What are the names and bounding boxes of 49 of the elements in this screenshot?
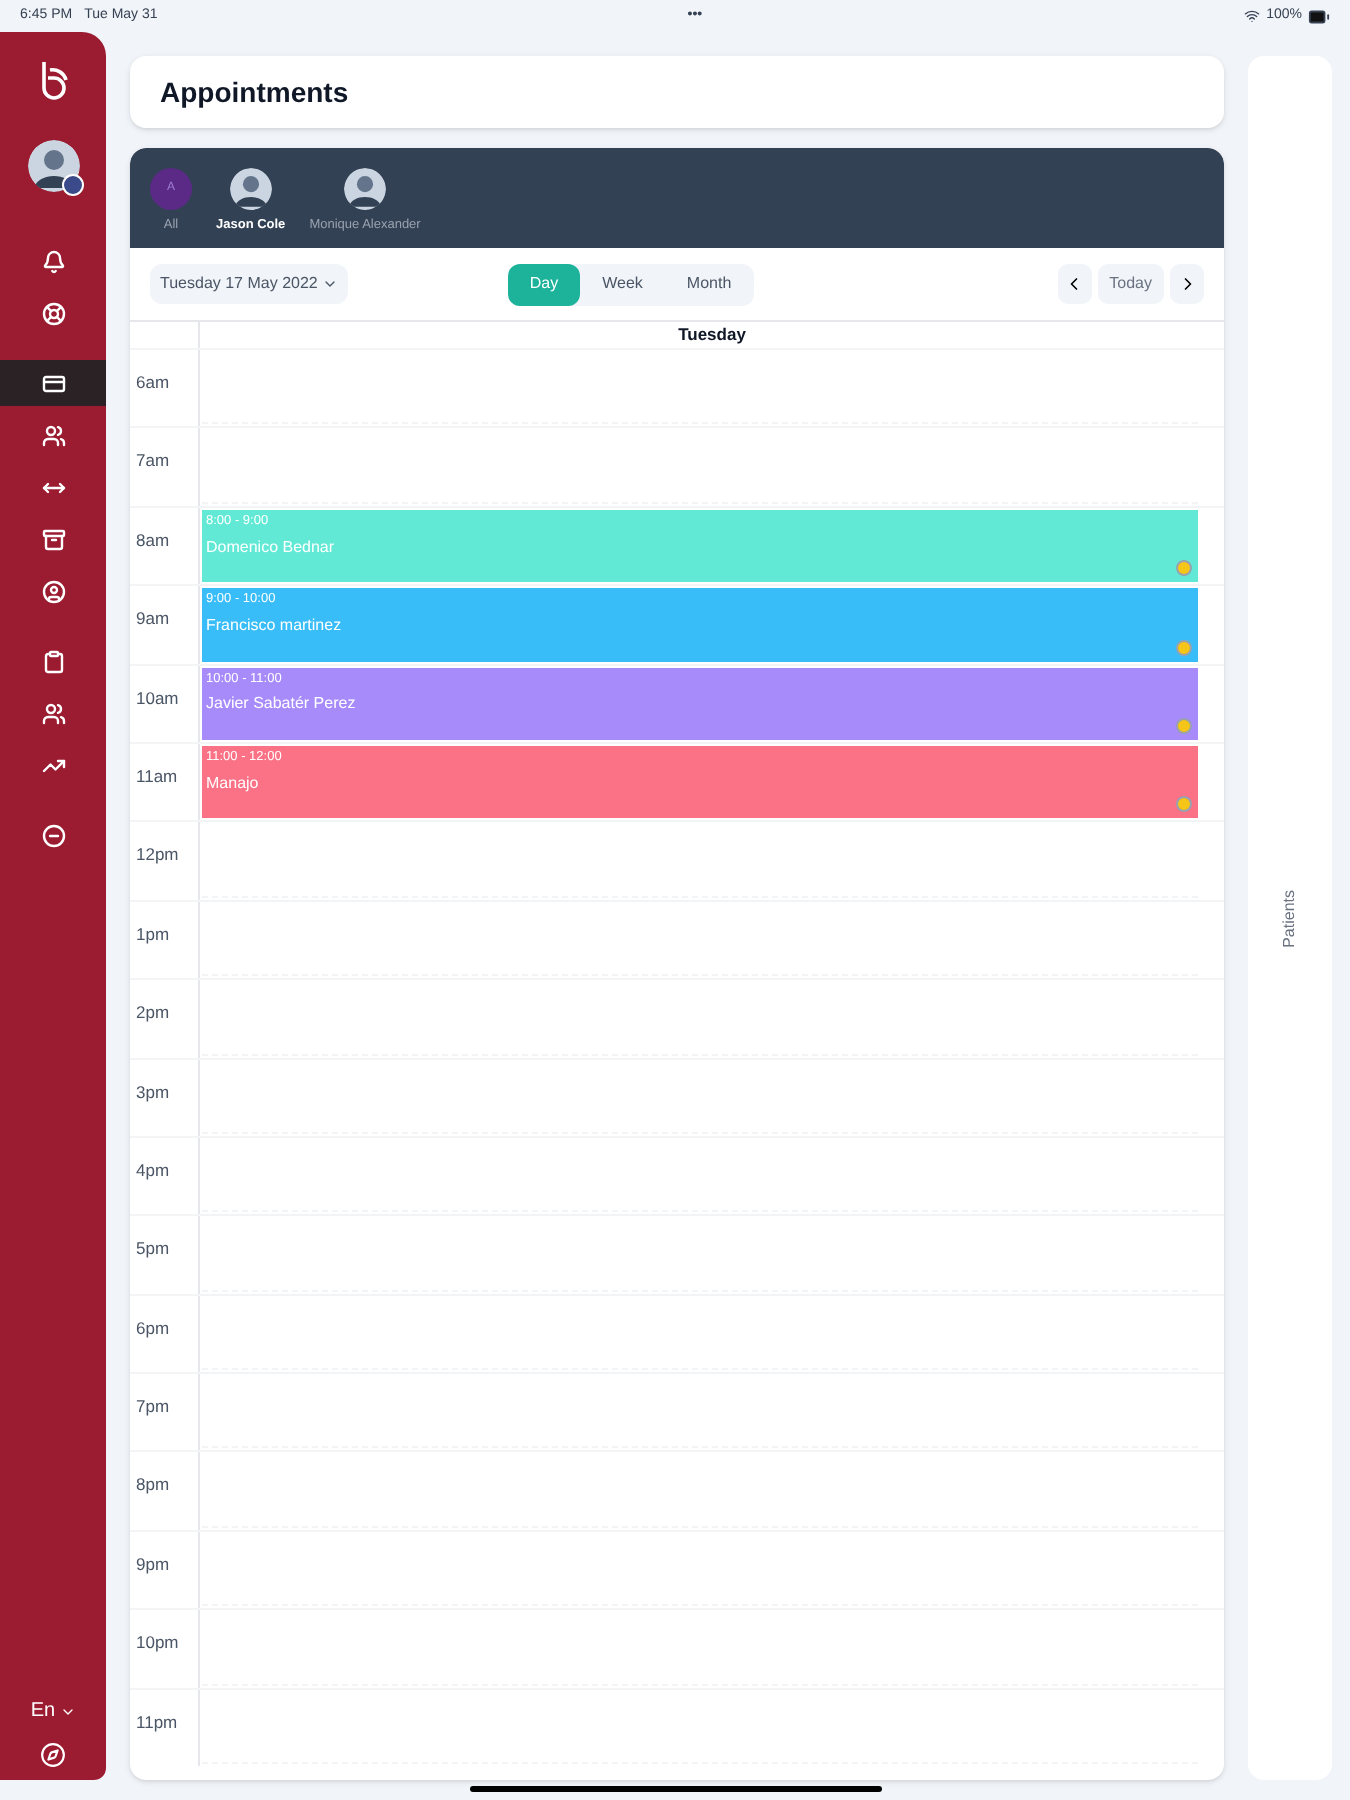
- chevron-icon: [321, 276, 338, 292]
- patient-name: Javier Sabatér Perez: [206, 692, 358, 717]
- profile-avatar: [27, 140, 79, 192]
- language-select[interactable]: En: [30, 1696, 76, 1726]
- page-title: Appointments: [160, 73, 349, 112]
- hour-label: 3pm: [136, 1081, 170, 1102]
- wifi-icon: [1244, 8, 1261, 24]
- staff-avatar: [344, 168, 387, 211]
- hour-label: 2pm: [136, 1002, 170, 1023]
- clipboard-icon: [41, 649, 65, 673]
- hour-label: 7am: [136, 450, 170, 471]
- sidebar-item[interactable]: [0, 360, 106, 406]
- battery-icon: [1308, 5, 1330, 27]
- view-tab[interactable]: Week: [580, 263, 665, 305]
- team-icon: [41, 701, 65, 725]
- hour-label: 11pm: [136, 1711, 178, 1732]
- logo-icon: [37, 60, 69, 100]
- hour-label: 9pm: [136, 1553, 170, 1574]
- patient-name: Manajo: [206, 771, 261, 796]
- hour-label: 11am: [136, 765, 178, 786]
- hour-label: 10pm: [136, 1632, 179, 1653]
- patient-name: Francisco martinez: [206, 613, 344, 638]
- hour-label: 8pm: [136, 1474, 170, 1495]
- hour-label: 4pm: [136, 1159, 170, 1180]
- patient-name: Domenico Bednar: [206, 535, 337, 560]
- today-button[interactable]: Today: [1097, 264, 1164, 304]
- hour-label: 5pm: [136, 1238, 170, 1259]
- lifebuoy-icon: [41, 301, 65, 325]
- hour-label: 12pm: [136, 844, 179, 865]
- date-picker[interactable]: Tuesday 17 May 2022: [150, 264, 348, 304]
- hour-label: 8am: [136, 529, 170, 550]
- minus-circle-icon: [41, 823, 65, 847]
- hour-label: 6am: [136, 372, 170, 392]
- hour-label: 1pm: [136, 923, 170, 944]
- day-header: Tuesday: [678, 322, 746, 348]
- user-circle-icon: [41, 579, 65, 603]
- view-tab[interactable]: Day: [507, 263, 581, 305]
- hour-label: 9am: [136, 608, 170, 629]
- hour-label: 10am: [136, 687, 179, 708]
- hour-label: 6pm: [136, 1317, 170, 1338]
- view-tab[interactable]: Month: [664, 263, 754, 305]
- patients-label: Patients: [1278, 889, 1300, 947]
- users-icon: [41, 423, 65, 447]
- archive-icon: [41, 527, 65, 551]
- bell-icon: [41, 249, 65, 273]
- hour-label: 7pm: [136, 1396, 170, 1417]
- staff-avatar: [229, 168, 272, 211]
- badge-icon: [61, 174, 83, 196]
- compass-icon: [39, 1742, 66, 1768]
